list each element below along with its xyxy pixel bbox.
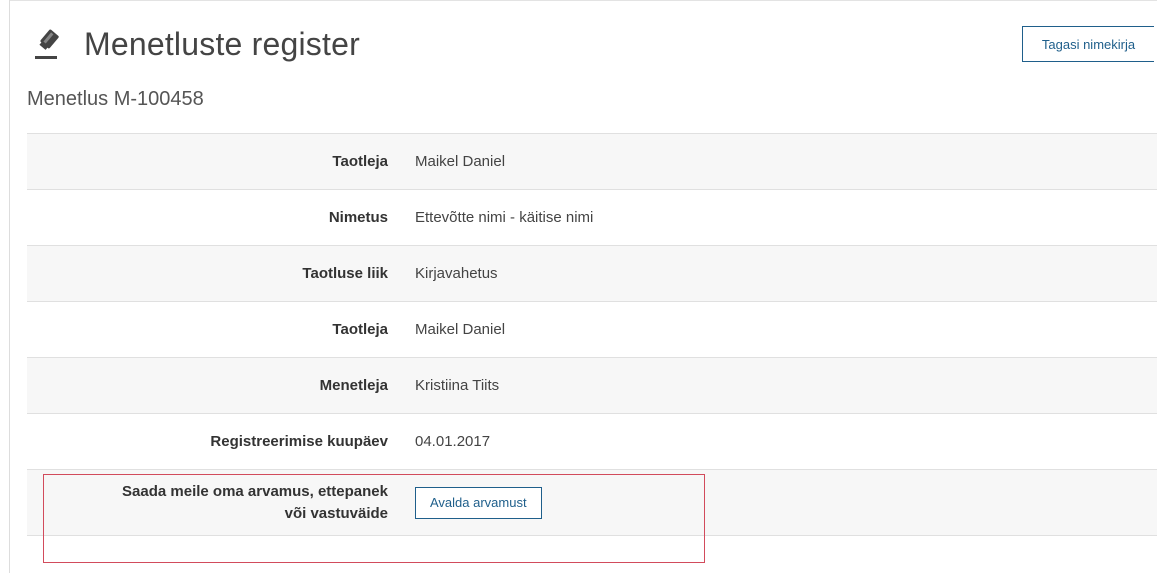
row-label: Menetleja — [319, 376, 388, 394]
row-value: Kristiina Tiits — [415, 377, 500, 394]
row-value: Kirjavahetus — [415, 265, 498, 282]
details-table: Taotleja Maikel Daniel Nimetus Ettevõtte… — [27, 133, 1157, 536]
back-to-list-button[interactable]: Tagasi nimekirja — [1022, 26, 1154, 62]
opinion-label-line2: või vastuväide — [284, 504, 388, 522]
opinion-label: Saada meile oma arvamus, ettepanek või v… — [27, 481, 388, 525]
table-row: Taotleja Maikel Daniel — [27, 301, 1157, 357]
table-row: Taotluse liik Kirjavahetus — [27, 245, 1157, 301]
row-label: Taotleja — [332, 320, 388, 338]
row-value: Ettevõtte nimi - käitise nimi — [415, 209, 594, 226]
table-row: Menetleja Kristiina Tiits — [27, 357, 1157, 413]
procedure-subtitle: Menetlus M-100458 — [27, 88, 204, 110]
table-row: Nimetus Ettevõtte nimi - käitise nimi — [27, 189, 1157, 245]
page-header: Menetluste register — [32, 20, 360, 68]
gavel-icon — [32, 27, 62, 61]
row-label: Taotleja — [332, 152, 388, 170]
table-row: Registreerimise kuupäev 04.01.2017 — [27, 413, 1157, 469]
submit-opinion-button[interactable]: Avalda arvamust — [415, 486, 542, 519]
row-label: Taotluse liik — [302, 264, 388, 282]
left-divider — [9, 0, 10, 573]
opinion-label-line1: Saada meile oma arvamus, ettepanek — [122, 482, 388, 500]
opinion-row: Saada meile oma arvamus, ettepanek või v… — [27, 469, 1157, 536]
page-title: Menetluste register — [84, 25, 360, 62]
top-divider — [9, 0, 1157, 1]
row-label: Registreerimise kuupäev — [210, 432, 388, 450]
row-value: Maikel Daniel — [415, 321, 506, 338]
row-value: 04.01.2017 — [415, 433, 491, 450]
page: Menetluste register Tagasi nimekirja Men… — [0, 0, 1157, 573]
table-row: Taotleja Maikel Daniel — [27, 133, 1157, 189]
row-label: Nimetus — [328, 208, 388, 226]
row-value: Maikel Daniel — [415, 153, 506, 170]
